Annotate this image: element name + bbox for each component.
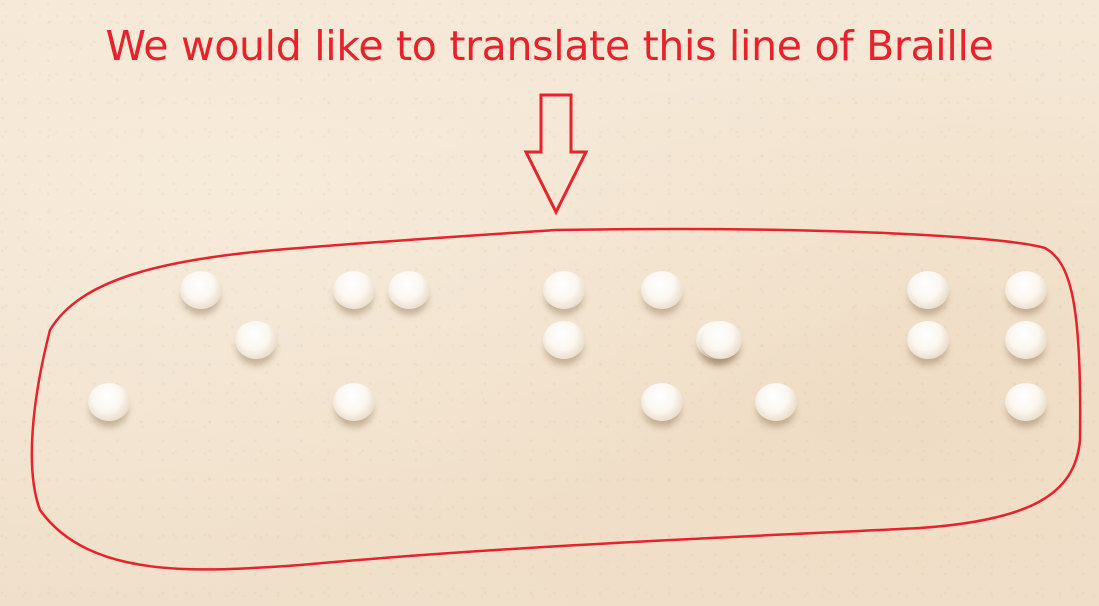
braille-dot [700,321,742,359]
braille-dot [543,271,585,309]
braille-dot [333,271,375,309]
braille-dot [755,383,797,421]
braille-dot [1005,321,1047,359]
braille-dot [180,271,222,309]
braille-dot [235,321,277,359]
braille-dot [333,383,375,421]
braille-dot [88,383,130,421]
braille-dot [641,271,683,309]
braille-dot [641,383,683,421]
braille-dot [1005,271,1047,309]
braille-dot [907,321,949,359]
braille-dot [388,271,430,309]
braille-dot [1005,383,1047,421]
annotation-down-arrow [523,93,589,216]
braille-dot [907,271,949,309]
braille-dot [543,321,585,359]
